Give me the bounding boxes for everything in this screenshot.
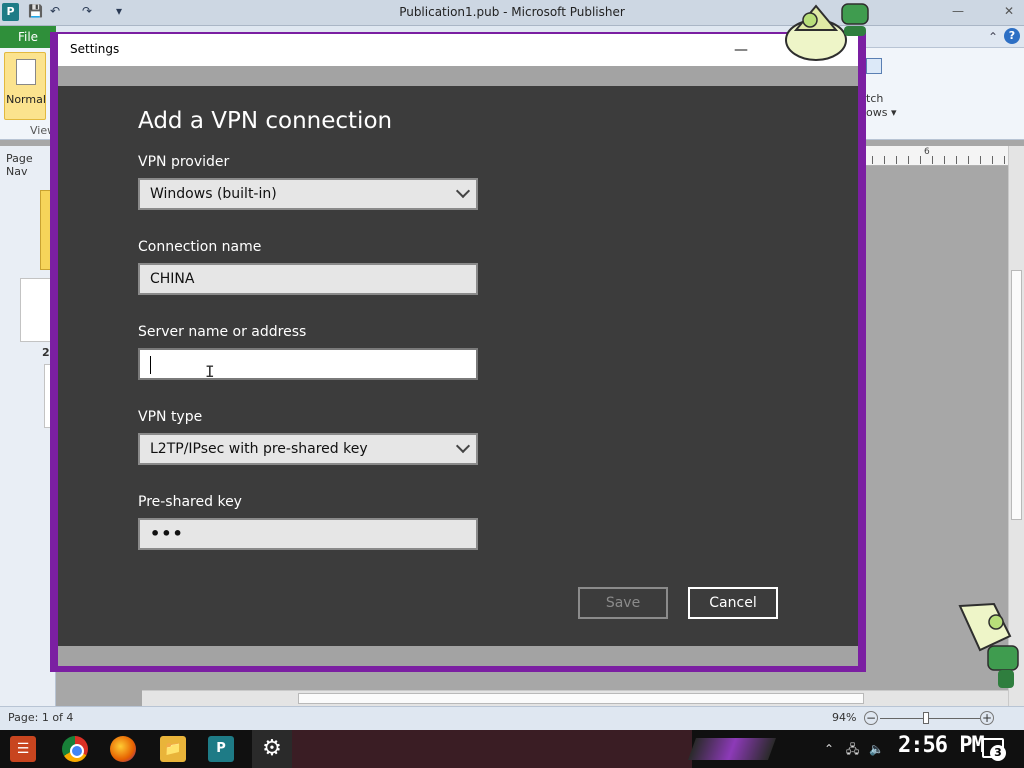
settings-window-title: Settings xyxy=(70,42,120,56)
page-indicator[interactable]: Page: 1 of 4 xyxy=(8,711,73,724)
switch-windows-label: tch ows ▾ xyxy=(866,92,897,119)
document-icon xyxy=(16,59,36,85)
taskbar-decoration xyxy=(687,738,777,760)
firefox-icon[interactable] xyxy=(110,736,136,762)
ribbon-collapse-icon[interactable]: ⌃ xyxy=(988,30,998,44)
horizontal-scrollbar[interactable] xyxy=(142,690,1008,706)
settings-window: Settings — Add a VPN connection VPN prov… xyxy=(50,32,866,672)
help-icon[interactable]: ? xyxy=(1004,28,1020,44)
publisher-taskbar-icon[interactable]: P xyxy=(208,736,234,762)
pre-shared-key-value: ••• xyxy=(150,524,184,543)
cancel-button[interactable]: Cancel xyxy=(688,587,778,619)
connection-name-value: CHINA xyxy=(150,271,195,287)
vpn-type-value: L2TP/IPsec with pre-shared key xyxy=(150,441,368,457)
zoom-out-button[interactable]: − xyxy=(864,711,878,725)
vpn-provider-label: VPN provider xyxy=(138,154,230,170)
text-caret xyxy=(150,356,151,374)
status-bar: Page: 1 of 4 94% − + xyxy=(0,706,1024,730)
chevron-down-icon xyxy=(455,438,471,454)
settings-content: Settings — Add a VPN connection VPN prov… xyxy=(58,34,858,666)
publisher-close-icon[interactable]: ✕ xyxy=(1004,4,1014,18)
publisher-minimize-icon[interactable]: — xyxy=(952,4,964,18)
system-tray: ⌃ 🖧 🔈 xyxy=(824,740,884,761)
settings-gear-icon[interactable]: ⚙ xyxy=(252,730,292,768)
zoom-level[interactable]: 94% xyxy=(832,711,856,724)
mascot-sticker-bottom[interactable] xyxy=(950,596,1024,692)
page-navigation-label: Page Nav xyxy=(6,152,33,178)
ibeam-cursor-icon: I xyxy=(205,362,215,381)
zoom-in-button[interactable]: + xyxy=(980,711,994,725)
taskbar-empty-area xyxy=(292,730,692,768)
network-icon[interactable]: 🖧 xyxy=(846,742,859,756)
zoom-slider-track[interactable] xyxy=(880,718,980,719)
notification-count-badge: 3 xyxy=(990,745,1006,761)
taskbar: ☰ 📁 P ⚙ ⌃ 🖧 🔈 2:56 PM 3 xyxy=(0,730,1024,768)
file-tab[interactable]: File xyxy=(0,26,56,48)
server-name-label: Server name or address xyxy=(138,324,307,340)
ruler-number: 6 xyxy=(924,147,930,157)
settings-bottom-strip xyxy=(58,646,858,666)
save-button[interactable]: Save xyxy=(578,587,668,619)
start-button-icon[interactable]: ☰ xyxy=(10,736,36,762)
vpn-provider-value: Windows (built-in) xyxy=(150,186,277,202)
horizontal-scroll-thumb[interactable] xyxy=(298,693,864,704)
volume-icon[interactable]: 🔈 xyxy=(869,742,884,756)
mascot-sticker-top[interactable] xyxy=(782,0,872,62)
minimize-icon[interactable]: — xyxy=(730,39,752,61)
connection-name-label: Connection name xyxy=(138,239,262,255)
server-name-input[interactable]: I xyxy=(138,348,478,381)
settings-top-strip xyxy=(58,66,858,86)
zoom-slider-thumb[interactable] xyxy=(923,712,929,724)
page-number-2: 2 xyxy=(42,346,50,359)
page-title: Add a VPN connection xyxy=(138,108,393,134)
normal-view-button[interactable]: Normal xyxy=(4,52,46,120)
chevron-down-icon xyxy=(455,183,471,199)
clock[interactable]: 2:56 PM xyxy=(898,733,985,758)
horizontal-ruler: 6 xyxy=(866,146,1008,166)
connection-name-input[interactable]: CHINA xyxy=(138,263,478,295)
show-hidden-icons-icon[interactable]: ⌃ xyxy=(824,742,834,756)
pre-shared-key-label: Pre-shared key xyxy=(138,494,242,510)
file-explorer-icon[interactable]: 📁 xyxy=(160,736,186,762)
vpn-type-label: VPN type xyxy=(138,409,203,425)
vpn-type-dropdown[interactable]: L2TP/IPsec with pre-shared key xyxy=(138,433,478,465)
settings-titlebar: Settings — xyxy=(58,34,858,66)
page-navigation-pane: Page Nav 2 xyxy=(0,146,56,706)
switch-windows-button[interactable]: tch ows ▾ xyxy=(866,56,906,126)
vertical-scroll-thumb[interactable] xyxy=(1011,270,1022,520)
normal-view-label: Normal xyxy=(6,93,46,106)
pre-shared-key-input[interactable]: ••• xyxy=(138,518,478,550)
vpn-provider-dropdown[interactable]: Windows (built-in) xyxy=(138,178,478,210)
chrome-icon[interactable] xyxy=(62,736,88,762)
